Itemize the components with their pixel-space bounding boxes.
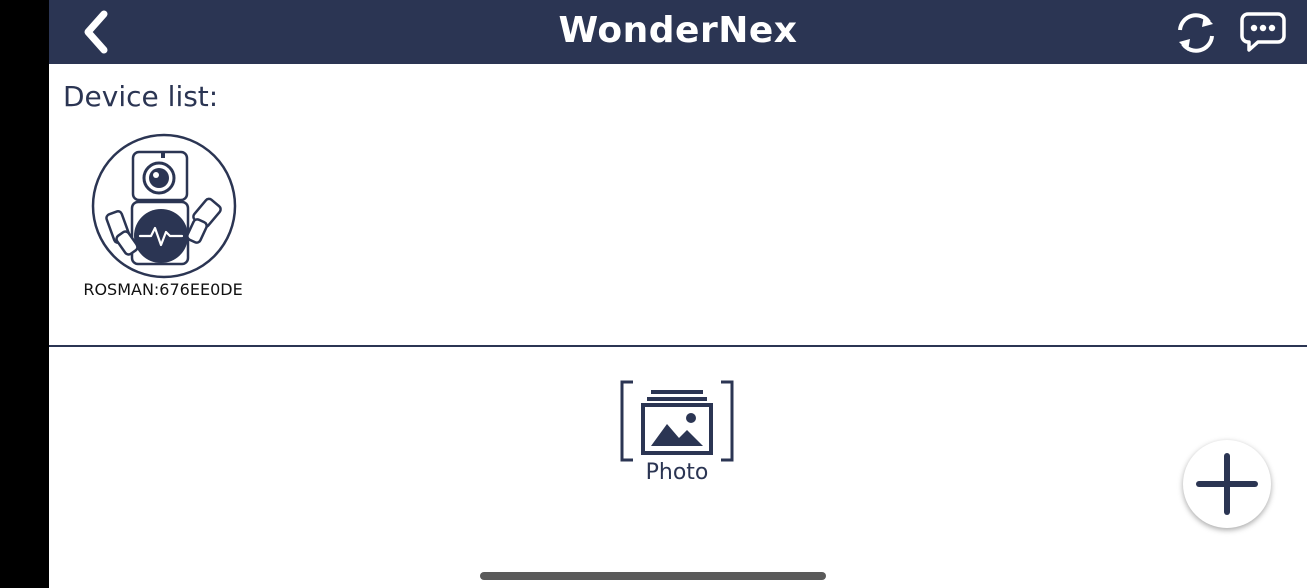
chat-bubble-icon [1240, 12, 1286, 52]
back-button[interactable] [71, 6, 121, 58]
refresh-button[interactable] [1169, 8, 1223, 58]
section-divider [49, 345, 1307, 347]
device-list-heading: Device list: [63, 80, 219, 113]
app-screen: WonderNex Device list: ROSMAN:676EE0DE P… [49, 0, 1307, 588]
refresh-icon [1178, 13, 1214, 53]
photo-label: Photo [645, 460, 709, 485]
chat-button[interactable] [1237, 8, 1289, 56]
photo-button[interactable]: Photo [617, 378, 739, 490]
add-button[interactable] [1183, 440, 1271, 528]
top-bar: WonderNex [49, 0, 1307, 64]
app-title: WonderNex [558, 10, 798, 51]
device-name: ROSMAN:676EE0DE [83, 280, 243, 299]
plus-icon [1196, 453, 1258, 515]
photo-gallery-icon [620, 380, 734, 462]
home-indicator[interactable] [480, 572, 826, 580]
robot-avatar-icon [91, 133, 237, 279]
device-item[interactable]: ROSMAN:676EE0DE [75, 132, 255, 304]
chevron-left-icon [84, 10, 108, 54]
